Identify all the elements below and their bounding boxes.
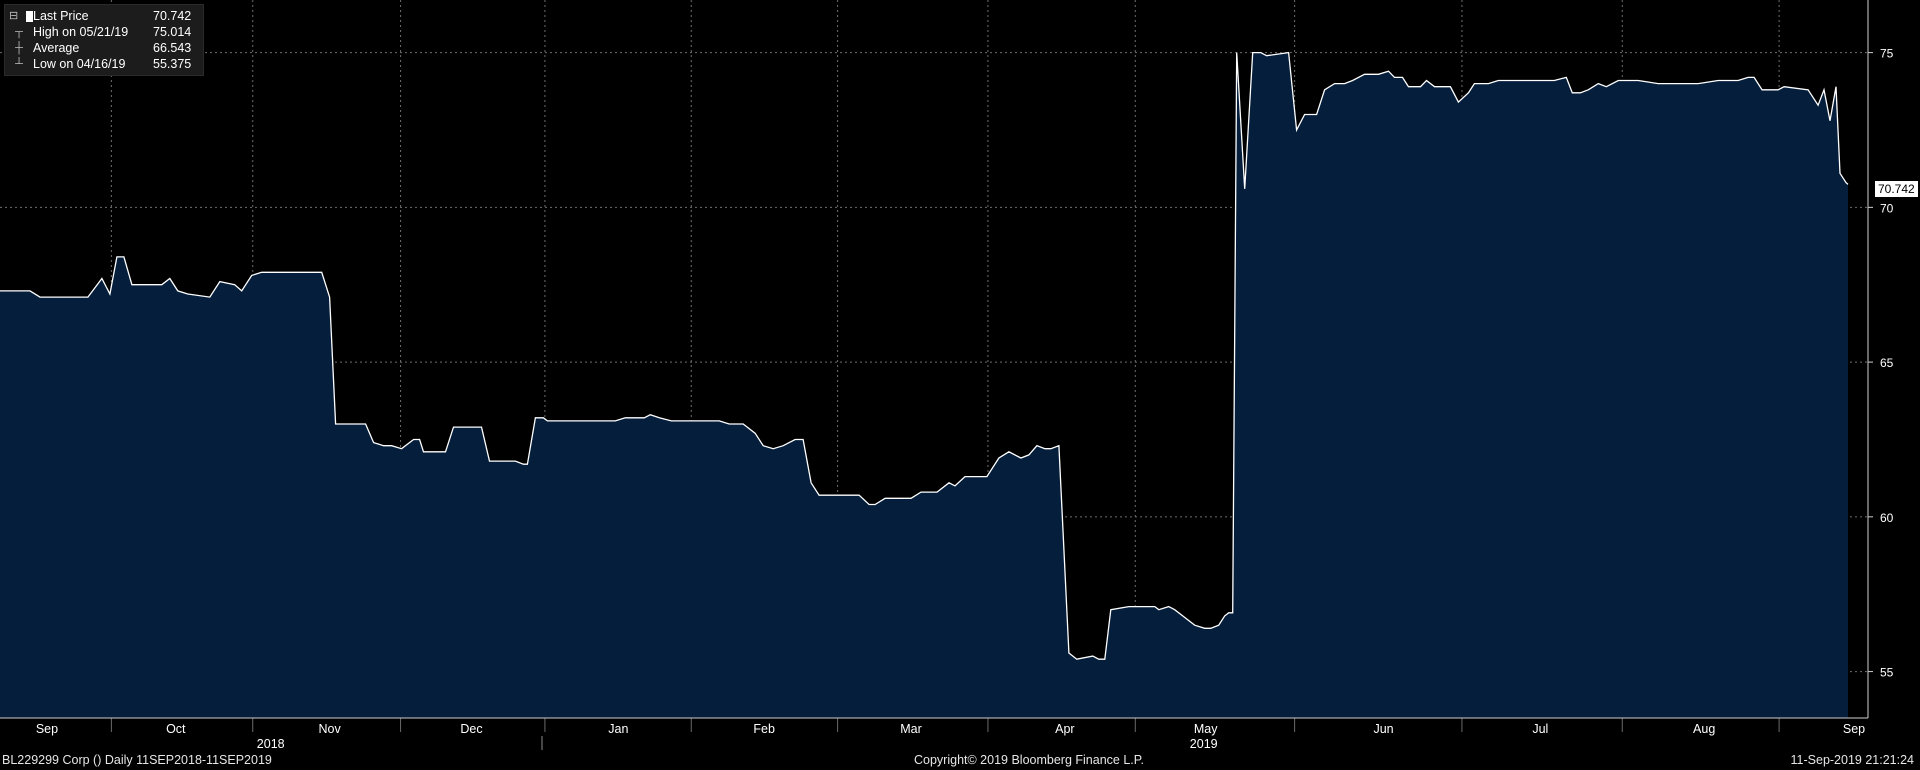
footer: BL229299 Corp () Daily 11SEP2018-11SEP20… bbox=[0, 751, 1920, 770]
x-tick-label: Mar bbox=[900, 722, 922, 736]
chart-root: 55 60 65 70 75 Sep Oct Nov Dec Jan Feb Mar Apr May Jun… bbox=[0, 0, 1920, 770]
legend-label: Average bbox=[33, 41, 80, 55]
y-tick-label: 65 bbox=[1880, 356, 1894, 370]
x-tick-label: Oct bbox=[166, 722, 186, 736]
y-tick-label: 75 bbox=[1880, 47, 1894, 61]
high-marker-icon: ┬ bbox=[9, 26, 23, 38]
legend-label: High on 05/21/19 bbox=[33, 25, 129, 39]
last-price-tag: 70.742 bbox=[1875, 181, 1918, 197]
x-tick-label: May bbox=[1194, 722, 1218, 736]
x-tick-label: Dec bbox=[460, 722, 482, 736]
footer-timestamp: 11-Sep-2019 21:21:24 bbox=[1790, 753, 1914, 767]
y-tick-label: 70 bbox=[1880, 201, 1894, 215]
legend-value: 75.014 bbox=[153, 25, 192, 39]
y-tick-label: 55 bbox=[1880, 666, 1894, 680]
legend-item-last-price: ⊟ Last Price 70.742 bbox=[9, 8, 199, 24]
x-tick-label: Jun bbox=[1373, 722, 1393, 736]
average-marker-icon: ┼ bbox=[9, 42, 23, 54]
x-tick-label: Sep bbox=[36, 722, 58, 736]
legend-value: 70.742 bbox=[153, 9, 192, 23]
legend-label: Last Price bbox=[33, 9, 89, 23]
year-label: 2018 bbox=[257, 737, 285, 751]
legend-value: 66.543 bbox=[153, 41, 192, 55]
y-tick-label: 60 bbox=[1880, 511, 1894, 525]
legend-item-average: ┼ Average 66.543 bbox=[9, 40, 199, 56]
x-tick-label: Jan bbox=[608, 722, 628, 736]
legend-value: 55.375 bbox=[153, 57, 192, 71]
legend-label: Low on 04/16/19 bbox=[33, 57, 126, 71]
x-tick-label: Aug bbox=[1693, 722, 1715, 736]
year-label: 2019 bbox=[1190, 737, 1218, 751]
last-price-swatch-icon: ⊟ bbox=[9, 8, 33, 24]
x-tick-label: Apr bbox=[1055, 722, 1074, 736]
legend-item-high: ┬ High on 05/21/19 75.014 bbox=[9, 24, 199, 40]
x-tick-label: Sep bbox=[1843, 722, 1865, 736]
footer-ticker-info: BL229299 Corp () Daily 11SEP2018-11SEP20… bbox=[2, 753, 272, 767]
low-marker-icon: ┴ bbox=[9, 58, 23, 70]
price-chart: 55 60 65 70 75 Sep Oct Nov Dec Jan Feb Mar Apr May Jun… bbox=[0, 0, 1894, 751]
area-layer bbox=[0, 51, 1849, 719]
x-tick-label: Feb bbox=[753, 722, 775, 736]
price-area bbox=[0, 52, 1848, 719]
x-tick-label: Nov bbox=[319, 722, 342, 736]
legend-item-low: ┴ Low on 04/16/19 55.375 bbox=[9, 56, 199, 72]
footer-copyright: Copyright© 2019 Bloomberg Finance L.P. bbox=[914, 753, 1144, 767]
x-tick-label: Jul bbox=[1532, 722, 1548, 736]
legend: ⊟ Last Price 70.742 ┬ High on 05/21/19 7… bbox=[4, 4, 204, 76]
